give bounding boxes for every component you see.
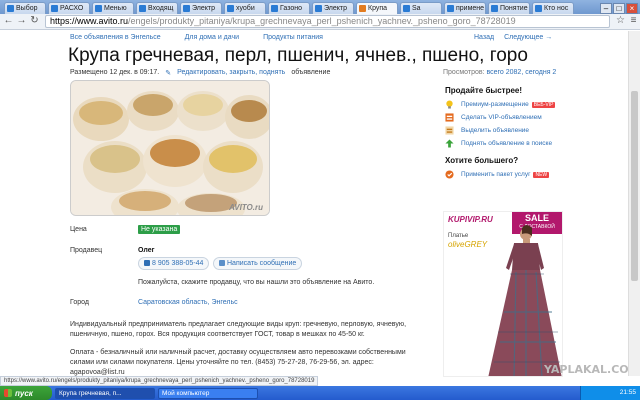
- browser-tab[interactable]: Выбор: [4, 2, 46, 14]
- taskbar-window-button[interactable]: Крупа гречневая, п...: [55, 387, 155, 399]
- favicon-icon: [359, 5, 366, 12]
- views-counter: Просмотров: всего 2082, сегодня 2: [443, 69, 557, 76]
- favicon-icon: [51, 5, 58, 12]
- browser-tab[interactable]: Менью: [92, 2, 134, 14]
- url-input[interactable]: https://www.avito.ru/engels/produkty_pit…: [45, 15, 610, 28]
- description-paragraph: Индивидуальный предприниматель предлагае…: [70, 321, 407, 338]
- scrollbar-thumb[interactable]: [631, 91, 638, 281]
- favicon-icon: [271, 5, 278, 12]
- status-bar: https://www.avito.ru/engels/produkty_pit…: [0, 376, 319, 386]
- seller-notice: Пожалуйста, скажите продавцу, что вы наш…: [138, 279, 375, 286]
- description-paragraph: Оплата - безналичный или наличный расчет…: [70, 349, 406, 376]
- browser-tab-bar: Выбор РАСХО Менью Входящ Электр хуоби Га…: [0, 0, 640, 14]
- favicon-icon: [95, 5, 102, 12]
- browser-tab[interactable]: Электр: [180, 2, 222, 14]
- listing-photo[interactable]: AVITO.ru: [70, 80, 270, 216]
- edit-suffix: объявление: [291, 69, 331, 76]
- edit-icon: ✎: [165, 70, 172, 77]
- breadcrumb-link[interactable]: Все объявления в Энгельсе: [70, 34, 161, 41]
- browser-tab[interactable]: Sa: [400, 2, 442, 14]
- windows-logo-icon: [4, 389, 12, 397]
- new-badge: NEW: [533, 171, 550, 178]
- vip-icon: [445, 113, 454, 122]
- back-arrow-icon[interactable]: ←: [2, 15, 15, 28]
- minimize-icon[interactable]: –: [600, 3, 612, 14]
- prev-link[interactable]: Назад: [474, 34, 494, 41]
- message-button[interactable]: Написать сообщение: [213, 257, 303, 270]
- star-icon[interactable]: ☆: [614, 15, 627, 28]
- seller-label: Продавец: [70, 247, 103, 254]
- seller-name: Олег: [138, 247, 155, 254]
- vip-link[interactable]: Сделать VIP-объявлением: [445, 111, 595, 124]
- promo-sidebar: Продайте быстрее! Премиум-размещение ВЕБ…: [445, 86, 595, 181]
- favicon-icon: [403, 5, 410, 12]
- premium-placement-link[interactable]: Премиум-размещение ВЕБ-VIP: [445, 98, 595, 111]
- up-arrow-icon: [445, 139, 454, 148]
- want-more-heading: Хотите большего?: [445, 156, 519, 165]
- package-icon: [445, 170, 454, 179]
- favicon-icon: [315, 5, 322, 12]
- city-label: Город: [70, 299, 89, 306]
- address-bar: ← → ↻ https://www.avito.ru/engels/produk…: [0, 14, 640, 30]
- favicon-icon: [183, 5, 190, 12]
- taskbar-window-button[interactable]: Мой компьютер: [158, 387, 258, 399]
- bump-up-link[interactable]: Поднять объявление в поиске: [445, 137, 595, 150]
- phone-icon: [144, 260, 150, 266]
- apply-package-link[interactable]: Применить пакет услуг NEW: [445, 168, 595, 181]
- breadcrumb-link[interactable]: Продукты питания: [263, 34, 323, 41]
- next-link[interactable]: Следующее →: [504, 34, 552, 41]
- ad-banner[interactable]: KUPIVIP.RU SALE С ДОСТАВКОЙ Платье oliveG…: [443, 211, 563, 377]
- breadcrumb-link[interactable]: Для дома и дачи: [185, 34, 239, 41]
- reload-icon[interactable]: ↻: [28, 15, 41, 28]
- photo-watermark: AVITO.ru: [229, 203, 263, 212]
- favicon-icon: [139, 5, 146, 12]
- highlight-icon: [445, 126, 454, 135]
- browser-tab-active[interactable]: Крупа: [356, 2, 398, 14]
- city-link[interactable]: Саратовская область, Энгельс: [138, 299, 238, 306]
- browser-tab[interactable]: РАСХО: [48, 2, 90, 14]
- breadcrumb: Все объявления в Энгельсе Для дома и дач…: [70, 34, 323, 41]
- bulb-icon: [446, 100, 453, 109]
- maximize-icon[interactable]: □: [613, 3, 625, 14]
- browser-tab[interactable]: Кто нос: [532, 2, 574, 14]
- browser-tab[interactable]: хуоби: [224, 2, 266, 14]
- envelope-icon: [219, 260, 225, 266]
- favicon-icon: [447, 5, 454, 12]
- edit-links[interactable]: Редактировать, закрыть, поднять: [177, 69, 285, 77]
- favicon-icon: [227, 5, 234, 12]
- site-watermark: YAPLAKAL.COM: [544, 363, 640, 376]
- favicon-icon: [535, 5, 542, 12]
- browser-tab[interactable]: Входящ: [136, 2, 178, 14]
- phone-button[interactable]: 8 905 388-05-44: [138, 257, 210, 270]
- browser-tab[interactable]: Понятие: [488, 2, 530, 14]
- start-button[interactable]: пуск: [0, 386, 52, 400]
- menu-icon[interactable]: ≡: [627, 15, 640, 28]
- vertical-scrollbar[interactable]: [628, 31, 640, 376]
- system-tray-clock: 21:55: [580, 386, 640, 400]
- browser-tab[interactable]: примене: [444, 2, 486, 14]
- favicon-icon: [7, 5, 14, 12]
- favicon-icon: [491, 5, 498, 12]
- price-label: Цена: [70, 226, 87, 233]
- listing-nav: Назад Следующее →: [474, 34, 552, 41]
- taskbar: пуск Крупа гречневая, п... Мой компьютер…: [0, 386, 640, 400]
- highlight-link[interactable]: Выделить объявление: [445, 124, 595, 137]
- browser-tab[interactable]: Электр: [312, 2, 354, 14]
- window-controls: – □ ×: [600, 3, 640, 14]
- browser-tab[interactable]: Газоно: [268, 2, 310, 14]
- close-icon[interactable]: ×: [626, 3, 638, 14]
- price-badge: Не указана: [138, 225, 181, 234]
- sell-faster-heading: Продайте быстрее!: [445, 86, 523, 95]
- forward-arrow-icon[interactable]: →: [15, 15, 28, 28]
- new-badge: ВЕБ-VIP: [531, 101, 556, 108]
- posted-date: Размещено 12 дек. в 09:17.: [70, 69, 160, 76]
- grain-sacks-image: [71, 81, 269, 215]
- listing-meta: Размещено 12 дек. в 09:17. ✎ Редактирова…: [70, 69, 330, 77]
- page-title: Крупа гречневая, перл, пшенич, ячнев., п…: [68, 45, 528, 66]
- dress-model-image: [488, 225, 562, 376]
